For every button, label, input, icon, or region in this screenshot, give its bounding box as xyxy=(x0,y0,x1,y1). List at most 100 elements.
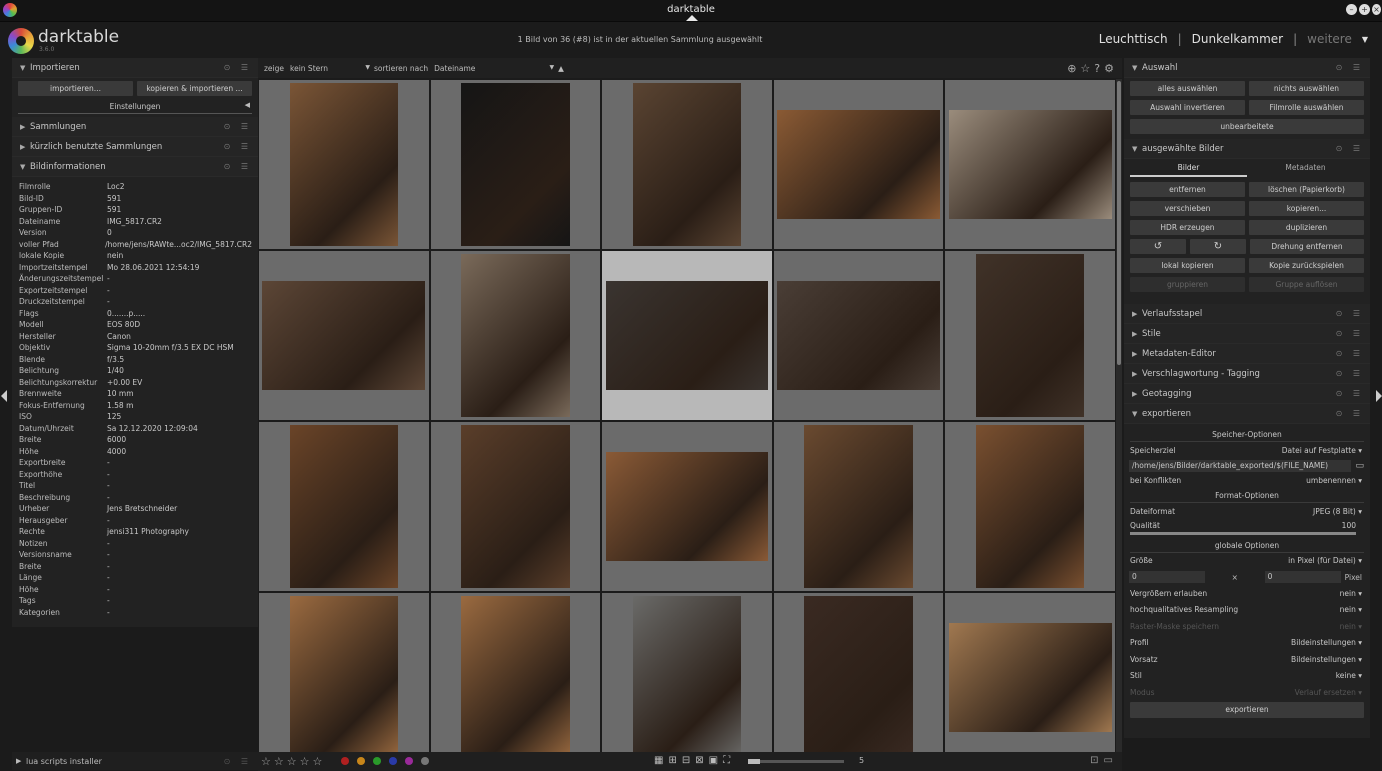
thumbnail-image[interactable] xyxy=(461,425,570,588)
module-collapsed[interactable]: ▶ Verlaufsstapel ⊙ ☰ xyxy=(1124,304,1370,324)
thumbnail-image[interactable] xyxy=(461,83,570,246)
width-input[interactable]: 0 xyxy=(1129,571,1205,583)
star-icon[interactable]: ☆ xyxy=(300,755,313,768)
thumbnail-image[interactable] xyxy=(975,425,1085,588)
grid-scrollbar[interactable] xyxy=(1116,79,1122,752)
purple-label-icon[interactable] xyxy=(405,757,413,765)
resync-local-copy-button[interactable]: Kopie zurückspielen xyxy=(1249,258,1364,273)
thumbnail-cell[interactable] xyxy=(945,80,1115,249)
import-button[interactable]: importieren... xyxy=(18,81,133,96)
module-actions-icon[interactable]: ⊙ ☰ xyxy=(1336,409,1364,418)
thumbnail-cell[interactable] xyxy=(430,251,601,420)
thumbnail-cell[interactable] xyxy=(945,593,1115,752)
module-actions-icon[interactable]: ⊙ ☰ xyxy=(224,122,252,131)
clear-label-icon[interactable] xyxy=(421,757,429,765)
import-settings[interactable]: Einstellungen ◀ xyxy=(18,100,252,114)
star-rating-bar[interactable]: ☆☆☆☆☆ xyxy=(261,755,325,768)
green-label-icon[interactable] xyxy=(373,757,381,765)
thumbnail-cell[interactable] xyxy=(602,80,772,249)
size-select[interactable]: Größe in Pixel (für Datei) ▾ xyxy=(1124,553,1370,570)
folder-icon[interactable]: ▭ xyxy=(1355,461,1364,471)
thumbnail-cell[interactable] xyxy=(602,593,772,752)
module-actions-icon[interactable]: ⊙ ☰ xyxy=(1336,329,1364,338)
thumbnail-cell[interactable] xyxy=(259,422,429,591)
quality-slider-bar[interactable] xyxy=(1130,531,1356,535)
rating-filter[interactable]: kein Stern ▼ xyxy=(290,64,370,73)
scrollbar-thumb[interactable] xyxy=(1117,81,1121,365)
copy-import-button[interactable]: kopieren & importieren ... xyxy=(137,81,252,96)
module-image-info[interactable]: ▼ Bildinformationen ⊙ ☰ xyxy=(12,157,258,177)
remove-rotation-button[interactable]: Drehung entfernen xyxy=(1250,239,1364,254)
preview-icon[interactable]: ▣ xyxy=(709,755,723,766)
close-icon[interactable]: × xyxy=(1372,4,1381,15)
module-collapsed[interactable]: ▶ Verschlagwortung - Tagging ⊙ ☰ xyxy=(1124,364,1370,384)
view-darkroom[interactable]: Dunkelkammer xyxy=(1192,32,1283,46)
rotate-left-icon[interactable]: ↺ xyxy=(1130,239,1186,254)
thumbnail-image[interactable] xyxy=(461,254,570,417)
chevron-down-icon[interactable]: ▼ xyxy=(1362,35,1368,44)
height-input[interactable]: 0 xyxy=(1264,571,1341,583)
zoom-value[interactable]: 5 xyxy=(859,756,864,765)
help-icon[interactable]: ? xyxy=(1094,62,1104,75)
remove-button[interactable]: entfernen xyxy=(1130,182,1245,197)
style-select[interactable]: Stil keine ▾ xyxy=(1124,668,1370,685)
ungroup-button[interactable]: Gruppe auflösen xyxy=(1249,277,1364,292)
select-unedited-button[interactable]: unbearbeitete xyxy=(1130,119,1364,134)
minimize-icon[interactable]: – xyxy=(1346,4,1357,15)
storage-target-select[interactable]: Speicherziel Datei auf Festplatte ▾ xyxy=(1124,442,1370,459)
zoom-slider-handle[interactable] xyxy=(748,759,760,764)
sort-order-icon[interactable]: ▲ xyxy=(558,64,564,73)
thumbnail-cell[interactable] xyxy=(945,251,1115,420)
star-icon[interactable]: ☆ xyxy=(274,755,287,768)
yellow-label-icon[interactable] xyxy=(357,757,365,765)
thumbnail-image[interactable] xyxy=(289,425,399,588)
module-lua-scripts[interactable]: ▶ lua scripts installer ⊙ ☰ xyxy=(12,752,258,770)
module-export[interactable]: ▼ exportieren ⊙ ☰ xyxy=(1124,404,1370,424)
thumbnail-image[interactable] xyxy=(289,596,399,752)
culling-layout-icon[interactable]: ⊟ xyxy=(682,755,695,766)
profile-select[interactable]: Profil Bildeinstellungen ▾ xyxy=(1124,635,1370,652)
module-import[interactable]: ▼ Importieren ⊙ ☰ xyxy=(12,58,258,78)
sort-dropdown[interactable]: Dateiname ▼ xyxy=(434,64,554,73)
star-icon[interactable]: ☆ xyxy=(261,755,274,768)
create-hdr-button[interactable]: HDR erzeugen xyxy=(1130,220,1245,235)
thumbnail-image[interactable] xyxy=(262,281,426,390)
module-selected-images[interactable]: ▼ ausgewählte Bilder ⊙ ☰ xyxy=(1124,139,1370,159)
select-none-button[interactable]: nichts auswählen xyxy=(1249,81,1364,96)
star-icon[interactable]: ☆ xyxy=(313,755,326,768)
maximize-icon[interactable]: + xyxy=(1359,4,1370,15)
zoomable-layout-icon[interactable]: ⊞ xyxy=(668,755,681,766)
high-quality-resampling-select[interactable]: hochqualitatives Resampling nein ▾ xyxy=(1124,602,1370,619)
thumbnail-image[interactable] xyxy=(804,425,913,588)
view-lighttable[interactable]: Leuchttisch xyxy=(1099,32,1168,46)
fullscreen-preview-icon[interactable]: ⛶ xyxy=(723,755,735,766)
module-actions-icon[interactable]: ⊙ ☰ xyxy=(224,162,252,171)
select-film-roll-button[interactable]: Filmrolle auswählen xyxy=(1249,100,1364,115)
copy-locally-button[interactable]: lokal kopieren xyxy=(1130,258,1245,273)
thumbnail-cell[interactable] xyxy=(430,593,601,752)
blue-label-icon[interactable] xyxy=(389,757,397,765)
module-actions-icon[interactable]: ⊙ ☰ xyxy=(1336,349,1364,358)
grouping-icon[interactable]: ⊕ xyxy=(1067,62,1080,75)
quality-slider[interactable]: Qualität 100 xyxy=(1124,520,1370,532)
display-icon[interactable]: ▭ xyxy=(1104,755,1118,766)
thumbnail-image[interactable] xyxy=(605,452,769,561)
module-collapsed[interactable]: ▶ Metadaten-Editor ⊙ ☰ xyxy=(1124,344,1370,364)
invert-selection-button[interactable]: Auswahl invertieren xyxy=(1130,100,1245,115)
thumbnail-cell[interactable] xyxy=(602,251,772,420)
export-path-input[interactable]: /home/jens/Bilder/darktable_exported/$(F… xyxy=(1129,459,1352,472)
thumbnail-image[interactable] xyxy=(804,596,913,752)
module-collapsed[interactable]: ▶ Stile ⊙ ☰ xyxy=(1124,324,1370,344)
star-overlay-icon[interactable]: ☆ xyxy=(1080,62,1094,75)
thumbnail-cell[interactable] xyxy=(430,422,601,591)
on-conflict-select[interactable]: bei Konflikten umbenennen ▾ xyxy=(1124,473,1370,490)
thumbnail-cell[interactable] xyxy=(602,422,772,591)
select-all-button[interactable]: alles auswählen xyxy=(1130,81,1245,96)
allow-upscaling-select[interactable]: Vergrößern erlauben nein ▾ xyxy=(1124,585,1370,602)
copy-button[interactable]: kopieren... xyxy=(1249,201,1364,216)
intent-select[interactable]: Vorsatz Bildeinstellungen ▾ xyxy=(1124,651,1370,668)
thumbnail-cell[interactable] xyxy=(773,251,944,420)
module-actions-icon[interactable]: ⊙ ☰ xyxy=(224,63,252,72)
group-button[interactable]: gruppieren xyxy=(1130,277,1245,292)
star-icon[interactable]: ☆ xyxy=(287,755,300,768)
